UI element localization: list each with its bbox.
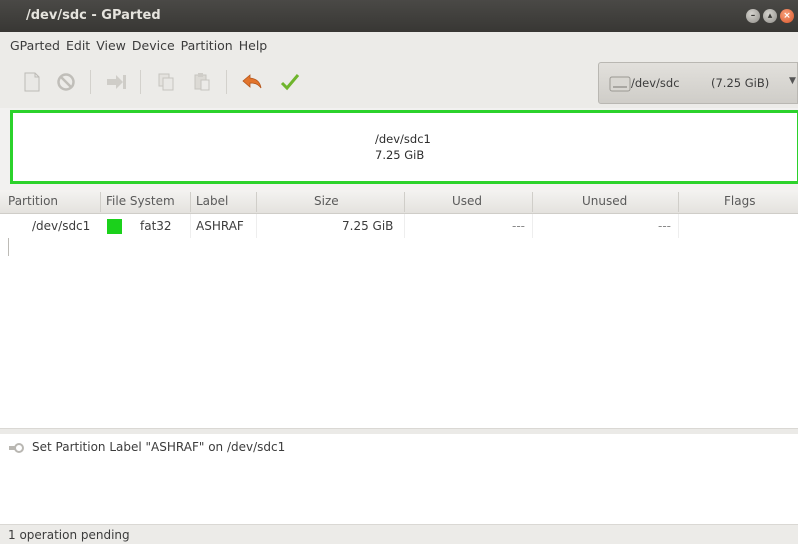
status-text: 1 operation pending xyxy=(8,528,130,542)
column-separator[interactable] xyxy=(100,192,101,212)
pending-operations-list: Set Partition Label "ASHRAF" on /dev/sdc… xyxy=(0,434,798,524)
window-title: /dev/sdc - GParted xyxy=(26,8,161,23)
operation-label-icon xyxy=(9,443,24,453)
cell-label: ASHRAF xyxy=(196,219,244,233)
menu-edit[interactable]: Edit xyxy=(66,38,90,53)
cell-unused: --- xyxy=(658,219,671,233)
graphic-partition-size: 7.25 GiB xyxy=(375,148,425,162)
dropdown-arrow-icon: ▼ xyxy=(789,76,796,86)
partition-graphic[interactable]: /dev/sdc1 7.25 GiB xyxy=(10,110,798,184)
device-size: (7.25 GiB) xyxy=(711,76,770,90)
minimize-button[interactable]: – xyxy=(746,9,760,23)
toolbar-separator xyxy=(90,70,91,94)
cell-separator xyxy=(190,214,191,238)
cell-size: 7.25 GiB xyxy=(342,219,394,233)
table-left-edge xyxy=(8,238,9,256)
column-header-label[interactable]: Label xyxy=(196,194,228,208)
column-separator[interactable] xyxy=(532,192,533,212)
toolbar-separator xyxy=(140,70,141,94)
menu-bar: GParted Edit View Device Partition Help xyxy=(0,32,798,58)
copy-icon[interactable] xyxy=(154,70,178,94)
title-bar: /dev/sdc - GParted – ▴ × xyxy=(0,0,798,32)
cell-separator xyxy=(532,214,533,238)
disk-icon xyxy=(609,76,631,92)
table-row[interactable]: /dev/sdc1 fat32 ASHRAF 7.25 GiB --- --- xyxy=(0,214,798,238)
column-header-partition[interactable]: Partition xyxy=(8,194,58,208)
device-name: /dev/sdc xyxy=(631,76,680,90)
close-button[interactable]: × xyxy=(780,9,794,23)
device-selector[interactable]: /dev/sdc (7.25 GiB) ▼ xyxy=(598,62,798,104)
table-header: Partition File System Label Size Used Un… xyxy=(0,190,798,214)
status-bar: 1 operation pending xyxy=(0,524,798,544)
cell-used: --- xyxy=(512,219,525,233)
menu-gparted[interactable]: GParted xyxy=(10,38,60,53)
filesystem-color-swatch xyxy=(107,219,122,234)
column-header-flags[interactable]: Flags xyxy=(724,194,755,208)
paste-icon[interactable] xyxy=(190,70,214,94)
menu-help[interactable]: Help xyxy=(239,38,268,53)
delete-icon[interactable] xyxy=(54,70,78,94)
graphic-partition-name: /dev/sdc1 xyxy=(375,132,431,146)
toolbar-separator xyxy=(226,70,227,94)
maximize-button[interactable]: ▴ xyxy=(763,9,777,23)
undo-icon[interactable] xyxy=(240,70,264,94)
menu-partition[interactable]: Partition xyxy=(181,38,233,53)
column-header-unused[interactable]: Unused xyxy=(582,194,627,208)
apply-icon[interactable] xyxy=(278,70,302,94)
window-controls: – ▴ × xyxy=(746,9,794,23)
column-header-file-system[interactable]: File System xyxy=(106,194,175,208)
cell-separator xyxy=(678,214,679,238)
column-separator[interactable] xyxy=(678,192,679,212)
column-header-size[interactable]: Size xyxy=(314,194,339,208)
partition-table: Partition File System Label Size Used Un… xyxy=(0,190,798,430)
column-separator[interactable] xyxy=(190,192,191,212)
resize-move-icon[interactable] xyxy=(104,70,128,94)
cell-file-system: fat32 xyxy=(140,219,172,233)
column-separator[interactable] xyxy=(404,192,405,212)
menu-view[interactable]: View xyxy=(96,38,126,53)
new-partition-icon[interactable] xyxy=(20,70,44,94)
menu-device[interactable]: Device xyxy=(132,38,175,53)
operation-item[interactable]: Set Partition Label "ASHRAF" on /dev/sdc… xyxy=(32,440,285,454)
cell-partition: /dev/sdc1 xyxy=(32,219,91,233)
column-header-used[interactable]: Used xyxy=(452,194,482,208)
cell-separator xyxy=(256,214,257,238)
cell-separator xyxy=(404,214,405,238)
column-separator[interactable] xyxy=(256,192,257,212)
